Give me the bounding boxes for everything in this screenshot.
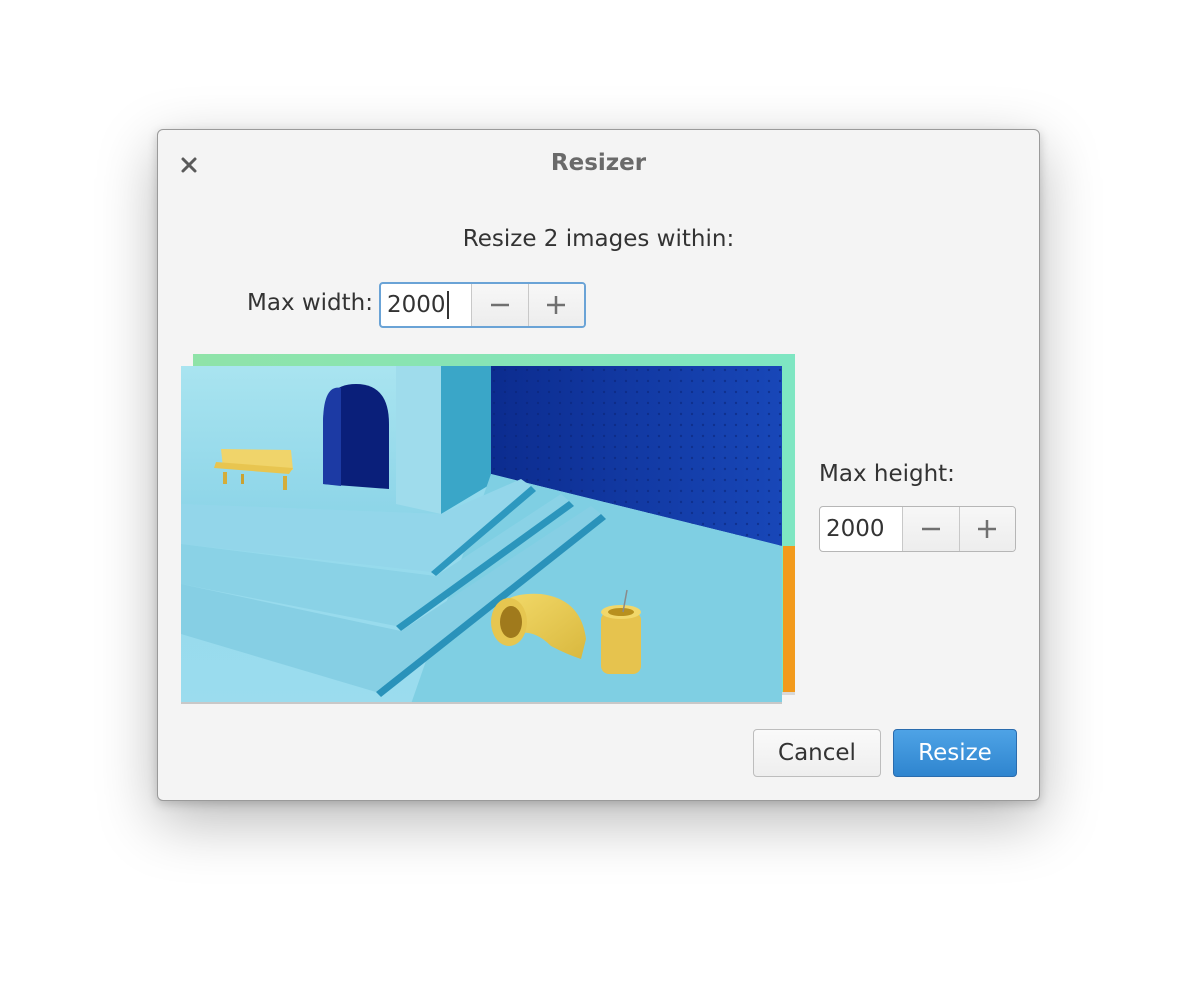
dialog-title: Resizer — [550, 150, 647, 176]
max-width-spinbutton: 2000 — [379, 282, 586, 328]
max-height-spinbutton: 2000 — [819, 506, 1016, 552]
text-cursor — [446, 291, 449, 319]
preview-artwork — [181, 354, 795, 704]
max-height-label: Max height: — [819, 461, 955, 487]
max-width-decrement-button[interactable] — [472, 284, 528, 326]
image-preview-stack — [181, 354, 796, 706]
max-width-value: 2000 — [387, 292, 446, 318]
resizer-dialog: Resizer Resize 2 images within: Max widt… — [157, 129, 1040, 801]
resize-button[interactable]: Resize — [893, 729, 1017, 777]
max-height-input[interactable]: 2000 — [820, 507, 904, 551]
max-height-decrement-button[interactable] — [903, 507, 959, 551]
max-width-label: Max width: — [247, 290, 374, 316]
minus-icon — [921, 527, 940, 531]
plus-icon — [978, 520, 997, 538]
plus-icon — [547, 296, 566, 314]
cancel-button[interactable]: Cancel — [753, 729, 881, 777]
minus-icon — [490, 303, 509, 307]
max-height-increment-button[interactable] — [958, 507, 1015, 551]
max-width-input[interactable]: 2000 — [381, 284, 473, 326]
max-height-value: 2000 — [826, 516, 885, 542]
max-width-increment-button[interactable] — [527, 284, 584, 326]
dialog-subtitle: Resize 2 images within: — [462, 226, 735, 252]
